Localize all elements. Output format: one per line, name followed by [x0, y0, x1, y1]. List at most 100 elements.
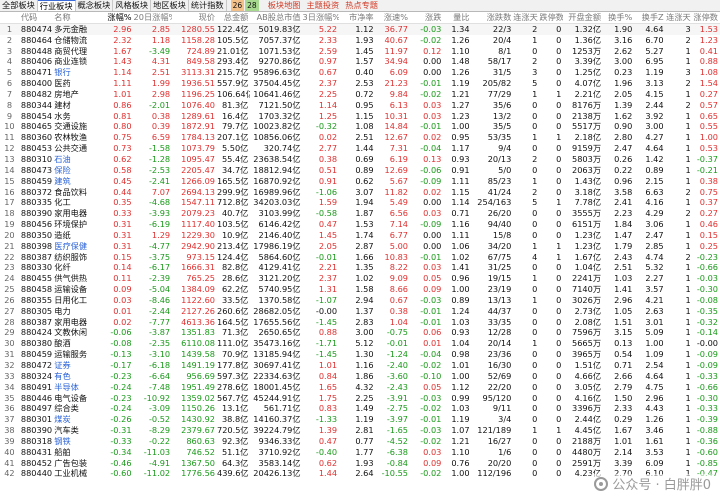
table-row[interactable]: 36 880497 综合类 -0.24 -3.09 1150.26 13.1亿 561.71亿…: [0, 403, 720, 414]
tab-0[interactable]: 全部板块: [0, 0, 38, 11]
cell-pb: 2.53: [355, 78, 374, 89]
cell-dt: 0: [556, 229, 562, 240]
cell-price: 1430.92: [181, 414, 215, 425]
table-row[interactable]: 16 880372 食品饮料 0.44 7.07 2694.13 299.9亿 16989.9…: [0, 187, 720, 198]
table-row[interactable]: 3 880448 商贸代理 1.67 -3.49 724.89 21.01亿 1071.53亿…: [0, 46, 720, 57]
table-row[interactable]: 40 880431 船舶 -0.34 -11.03 746.52 51.1亿 3710.92亿…: [0, 447, 720, 458]
cell-idx: 13: [4, 153, 15, 164]
table-row[interactable]: 10 880465 交通设施 0.80 0.39 1872.91 79.7亿 10023.82…: [0, 121, 720, 132]
cell-code: 880335: [20, 197, 53, 208]
column-header-idx[interactable]: [0, 12, 21, 24]
extra-tab-1[interactable]: 主题投资: [303, 0, 342, 11]
table-row[interactable]: 21 880398 医疗保健 0.31 -4.77 2942.90 213.4亿 17986.…: [0, 241, 720, 252]
table-row[interactable]: 31 880459 运输服务 -0.13 -3.10 1439.58 70.9亿 13185.…: [0, 349, 720, 360]
table-row[interactable]: 18 880390 家用电器 0.33 -3.93 2079.23 40.7亿 3103.99…: [0, 208, 720, 219]
column-header-diff[interactable]: 涨跌: [410, 12, 444, 24]
cell-diff: 0.03: [423, 262, 442, 273]
column-header-lz2[interactable]: 连涨天: [665, 12, 693, 24]
cell-toz: 6.70: [645, 34, 664, 45]
table-row[interactable]: 28 880387 家用电器 0.02 -7.77 4613.36 164.5亿 17655.…: [0, 317, 720, 328]
column-header-dt[interactable]: 跌停数: [539, 12, 564, 24]
column-header-updn[interactable]: 涨跌数: [471, 12, 514, 24]
table-row[interactable]: 34 880491 半导体 -0.24 -7.48 1951.49 278.6亿 18001.…: [0, 382, 720, 393]
table-row[interactable]: 22 880387 纺织服饰 0.15 -3.75 973.15 124.4亿 5864.60…: [0, 252, 720, 263]
table-row[interactable]: 1 880474 多元金融 2.96 2.85 1280.55 122.4亿 5019.83亿…: [0, 23, 720, 35]
cell-idx: 23: [4, 262, 15, 273]
table-row[interactable]: 5 880471 银行 1.14 2.51 3113.31 215.7亿 95896.63亿 0…: [0, 67, 720, 78]
cell-to: 1.41: [614, 284, 633, 295]
table-row[interactable]: 23 880330 化纤 0.14 -6.17 1666.31 82.8亿 4129.41亿 2…: [0, 262, 720, 273]
cell-speed: 0.67: [389, 294, 408, 305]
table-row[interactable]: 41 880452 广告包装 -0.46 -4.91 1367.50 64.3亿 3583.1…: [0, 458, 720, 469]
cell-open: 2.44亿: [574, 414, 602, 425]
tab-4[interactable]: 地区板块: [151, 0, 189, 11]
cell-to: 2.33: [614, 403, 633, 414]
tab-1[interactable]: 行业板块: [37, 0, 76, 11]
column-header-amount[interactable]: 总金额: [216, 12, 251, 24]
table-row[interactable]: 6 880400 医药 1.11 1.99 1936.51 557.9亿 37504.45亿 2…: [0, 78, 720, 89]
table-row[interactable]: 12 880453 公共交通 0.73 -1.58 1073.79 5.50亿 320.74亿…: [0, 143, 720, 154]
table-row[interactable]: 35 880446 电气设备 -0.23 -10.92 1359.02 567.7亿 4524…: [0, 393, 720, 404]
extra-tab-0[interactable]: 板块地图: [265, 0, 304, 11]
table-row[interactable]: 30 880380 酿酒 -0.08 -2.35 6110.08 111.0亿 35473.1…: [0, 338, 720, 349]
cell-chg3: 0.88: [318, 327, 338, 338]
table-row[interactable]: 39 880318 钢铁 -0.33 -0.22 860.63 92.3亿 9346.33亿 0…: [0, 436, 720, 447]
table-row[interactable]: 13 880310 石油 0.62 -1.28 1095.47 55.4亿 23638.54亿…: [0, 154, 720, 165]
table-row[interactable]: 14 880473 保险 0.58 -2.53 2205.47 34.7亿 18812.94亿…: [0, 165, 720, 176]
column-header-vr[interactable]: 量比: [443, 12, 472, 24]
table-row[interactable]: 29 880424 文教休闲 -0.06 -3.87 1351.83 71.3亿 2650.6…: [0, 327, 720, 338]
cell-name: 煤炭: [54, 414, 71, 425]
column-header-lz[interactable]: 连涨天: [513, 12, 540, 24]
table-row[interactable]: 37 880301 煤炭 -0.26 -0.52 1430.92 38.8亿 14160.37…: [0, 414, 720, 425]
table-row[interactable]: 8 880344 建材 0.86 -2.01 1076.40 81.3亿 7121.50亿 1.…: [0, 100, 720, 111]
column-header-zt[interactable]: 涨停数: [692, 12, 720, 24]
table-row[interactable]: 27 880305 电力 0.01 -2.44 2127.26 260.6亿 28682.05…: [0, 306, 720, 317]
table-row[interactable]: 25 880458 运输设备 0.09 -5.04 1384.09 62.2亿 5740.95…: [0, 284, 720, 295]
column-header-speed[interactable]: 涨速%: [375, 12, 410, 24]
cell-dt: 0: [556, 305, 562, 316]
table-row[interactable]: 17 880335 化工 0.35 -4.68 1547.11 712.8亿 34203.03…: [0, 197, 720, 208]
table-row[interactable]: 26 880355 日用化工 0.03 -8.46 1122.60 33.5亿 1370.58…: [0, 295, 720, 306]
table-row[interactable]: 24 880455 供气供热 0.11 -2.39 765.25 28.6亿 3121.20亿…: [0, 273, 720, 284]
cell-updn: 35/6: [492, 99, 512, 110]
extra-tab-2[interactable]: 热点专题: [342, 0, 381, 11]
cell-open: 3.05亿: [574, 381, 602, 392]
tab-2[interactable]: 概念板块: [76, 0, 114, 11]
tab-3[interactable]: 风格板块: [113, 0, 152, 11]
cell-chg: -0.24: [110, 381, 132, 392]
cell-diff: -0.02: [420, 360, 442, 370]
column-header-chg3[interactable]: 3日涨幅%: [302, 12, 340, 24]
cell-zt: -0.66: [696, 381, 718, 392]
column-header-price[interactable]: 现价: [172, 12, 217, 24]
cell-vr: 0.91: [451, 164, 470, 175]
cell-chg: 0.03: [113, 294, 132, 305]
column-header-code[interactable]: 代码: [20, 12, 55, 24]
cell-lz2: 1: [685, 219, 691, 230]
column-header-chg[interactable]: 涨幅%: [104, 12, 134, 24]
table-row[interactable]: 38 880390 汽车类 -0.31 -8.29 2379.67 720.5亿 39224.…: [0, 425, 720, 436]
tab-5[interactable]: 统计指数: [189, 0, 227, 11]
column-header-name[interactable]: 名称: [54, 12, 105, 24]
column-header-toz[interactable]: 换手Z: [634, 12, 666, 24]
table-row[interactable]: 15 880459 建筑 0.45 -2.41 1266.09 165.5亿 16870.92…: [0, 176, 720, 187]
column-header-pb[interactable]: 市净率: [339, 12, 376, 24]
cell-chg20: -4.91: [148, 457, 171, 468]
table-row[interactable]: 9 880454 水务 0.81 0.38 1289.61 16.4亿 1703.32亿 1.2…: [0, 111, 720, 122]
table-row[interactable]: 33 880324 有色 -0.23 -6.64 956.69 597.3亿 22334.63…: [0, 371, 720, 382]
column-header-to[interactable]: 换手%: [603, 12, 635, 24]
table-row[interactable]: 20 880350 造纸 0.31 1.29 1229.30 10.9亿 2146.40亿 1.…: [0, 230, 720, 241]
table-row[interactable]: 4 880406 商业连锁 1.43 4.31 849.58 293.4亿 9270.86亿 0…: [0, 56, 720, 67]
column-header-mcap[interactable]: AB股总市值: [250, 12, 303, 24]
cell-chg20: -7.77: [148, 316, 171, 327]
cell-lz: 0: [532, 229, 538, 240]
table-row[interactable]: 7 880482 房地产 1.01 2.98 1196.25 106.64亿 10641.46…: [0, 89, 720, 100]
table-row[interactable]: 2 880464 仓储物流 2.32 1.18 1158.28 105.5亿 7057.37亿…: [0, 35, 720, 46]
column-header-chg20[interactable]: 20日涨幅%: [133, 12, 173, 24]
cell-code: 880482: [20, 88, 53, 99]
cell-name: 商业连锁: [54, 56, 88, 67]
cell-idx: 26: [4, 294, 15, 305]
column-header-open[interactable]: 开盘金额: [563, 12, 604, 24]
table-row[interactable]: 19 880456 环境保护 0.31 -6.19 1117.40 103.5亿 6146.4…: [0, 219, 720, 230]
table-row[interactable]: 32 880472 证券 -0.17 -6.18 1491.19 177.8亿 30697.4…: [0, 360, 720, 371]
table-row[interactable]: 11 880360 农林牧渔 0.75 6.59 1784.13 207.1亿 10856.0…: [0, 132, 720, 143]
